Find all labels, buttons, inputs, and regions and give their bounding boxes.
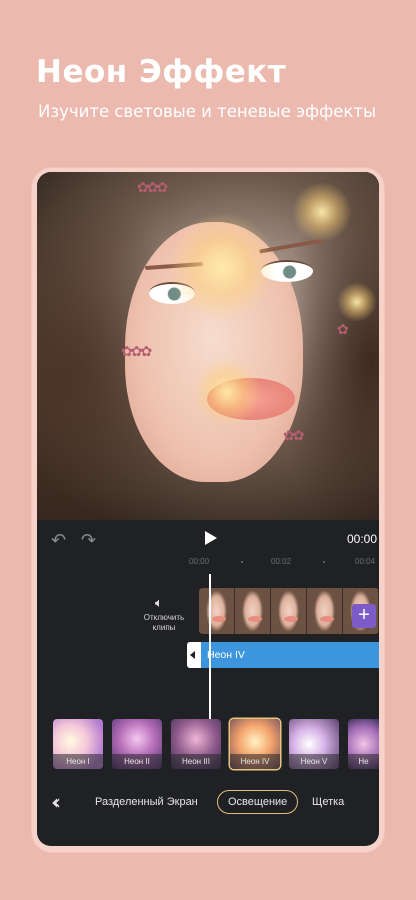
- effect-thumb-selected[interactable]: Неон IV: [230, 719, 280, 769]
- effect-thumb[interactable]: Неон III: [171, 719, 221, 769]
- neon-glow: [167, 212, 277, 322]
- speaker-icon[interactable]: 🔈︎: [155, 595, 163, 611]
- effect-thumb-label: Неон IV: [230, 754, 280, 769]
- bottom-toolbar: ‹‹ Разделенный Экран Освещение Щетка: [37, 790, 379, 818]
- effect-thumb[interactable]: Не: [348, 719, 379, 769]
- effect-trim-handle[interactable]: [187, 642, 201, 668]
- effect-thumb-label: Неон V: [289, 754, 339, 769]
- neon-glow: [292, 182, 352, 242]
- playhead[interactable]: [209, 574, 211, 742]
- effect-thumb[interactable]: Неон II: [112, 719, 162, 769]
- neon-glow: [337, 282, 377, 322]
- tool-lighting[interactable]: Освещение: [217, 790, 299, 814]
- clip-frame: [199, 588, 234, 634]
- video-preview: ✿✿✿ ✿✿✿ ✿✿ ✿: [37, 172, 379, 520]
- play-icon[interactable]: [205, 531, 217, 545]
- add-clip-button[interactable]: +: [352, 604, 376, 628]
- ruler-tick-label: 00:00: [189, 557, 210, 566]
- ruler-tick-label: 00:04: [355, 557, 376, 566]
- blossom-decoration: ✿: [337, 322, 349, 338]
- mute-clips-label[interactable]: Отключить клипы: [133, 613, 195, 633]
- redo-icon[interactable]: ↷: [81, 530, 96, 551]
- blossom-decoration: ✿✿✿: [121, 344, 152, 360]
- effect-thumb[interactable]: Неон V: [289, 719, 339, 769]
- effect-thumb-label: Неон I: [53, 754, 103, 769]
- blossom-decoration: ✿✿: [283, 428, 305, 444]
- undo-icon[interactable]: ↶: [51, 530, 66, 551]
- editor-screen: ✿✿✿ ✿✿✿ ✿✿ ✿ ↶ ↷ 00:00 00:00 00:02 00:04…: [37, 172, 379, 846]
- neon-glow: [192, 357, 262, 427]
- double-chevron-left-icon[interactable]: ‹‹: [51, 790, 61, 814]
- effect-thumb-label: Не: [348, 754, 379, 769]
- ruler-tick-label: 00:02: [271, 557, 292, 566]
- tool-split-screen[interactable]: Разделенный Экран: [95, 796, 198, 808]
- blossom-decoration: ✿✿✿: [137, 180, 168, 196]
- effect-thumb-label: Неон II: [112, 754, 162, 769]
- clip-frame: [307, 588, 342, 634]
- clip-frame: [271, 588, 306, 634]
- effect-thumb[interactable]: Неон I: [53, 719, 103, 769]
- tool-brush[interactable]: Щетка: [312, 796, 344, 808]
- effect-thumbnails: Неон I Неон II Неон III Неон IV Неон V Н…: [53, 719, 379, 771]
- timeline-editor: ↶ ↷ 00:00 00:00 00:02 00:04 🔈︎ Отключить…: [37, 520, 379, 846]
- effect-thumb-label: Неон III: [171, 754, 221, 769]
- effect-track-label: Неон IV: [207, 649, 245, 661]
- clip-frame: [235, 588, 270, 634]
- time-ruler: 00:00 00:02 00:04: [187, 557, 379, 569]
- headline: Неон Эффект: [36, 54, 287, 90]
- current-time: 00:00: [346, 532, 377, 546]
- subline: Изучите световые и теневые эффекты: [38, 102, 377, 121]
